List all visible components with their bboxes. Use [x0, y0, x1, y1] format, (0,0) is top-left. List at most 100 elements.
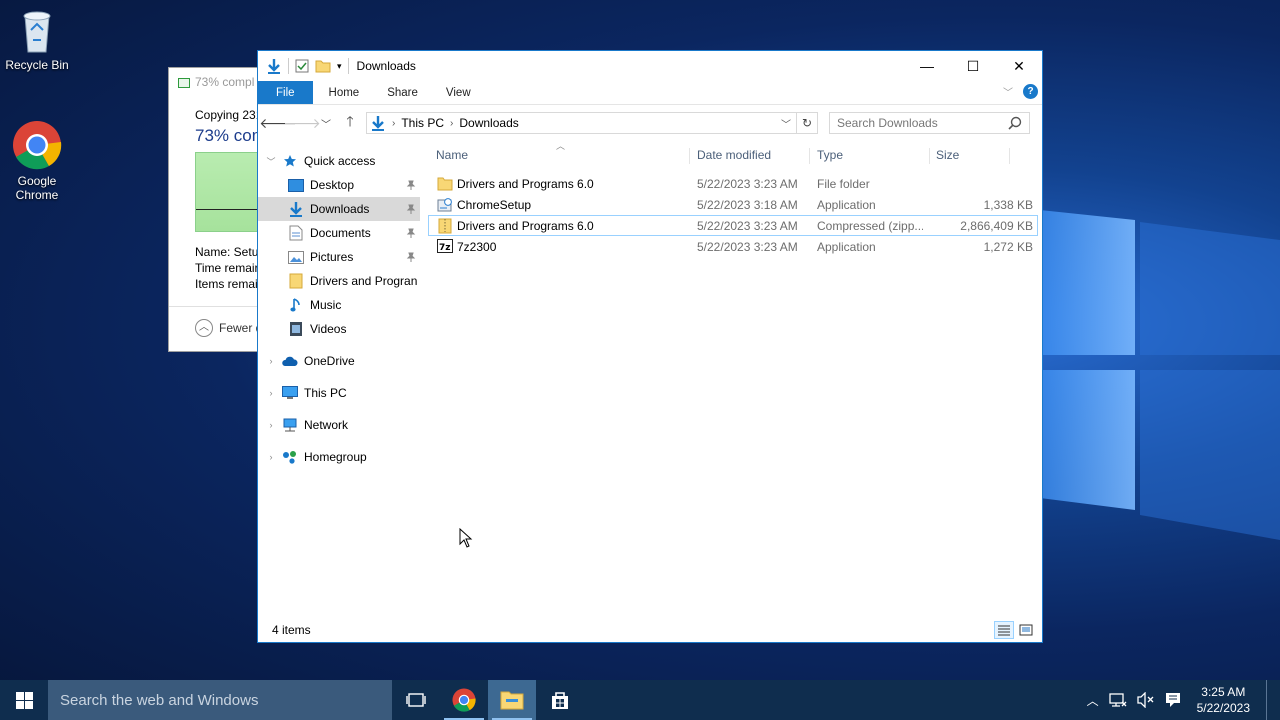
collapsed-chevron-icon[interactable]: › — [266, 388, 276, 398]
search-input[interactable]: Search Downloads — [829, 112, 1030, 134]
pin-icon[interactable] — [406, 251, 416, 265]
expanded-chevron-icon[interactable]: ﹀ — [266, 155, 276, 168]
file-explorer-window[interactable]: ▾ Downloads — ☐ ✕ File Home Share View ﹀… — [257, 50, 1043, 643]
forward-button[interactable]: 🡒 — [283, 111, 321, 135]
file-size: 1,272 KB — [983, 240, 1033, 254]
copy-dialog-items: Items remai — [195, 277, 258, 291]
tab-view[interactable]: View — [432, 81, 485, 104]
refresh-button[interactable]: ↻ — [796, 112, 818, 134]
network-status-icon[interactable] — [1108, 692, 1127, 708]
copy-progress-dialog[interactable]: 73% compl Copying 231 73% com Name: Setu… — [168, 67, 268, 352]
collapsed-chevron-icon[interactable]: › — [266, 420, 276, 430]
properties-icon[interactable] — [295, 59, 309, 73]
column-date-modified[interactable]: Date modified — [690, 148, 810, 164]
title-bar[interactable]: ▾ Downloads — ☐ ✕ — [258, 51, 1042, 81]
divider — [347, 58, 349, 74]
nav-onedrive[interactable]: › OneDrive — [258, 349, 420, 373]
file-list-pane: ︿ Name Date modified Type Size Drivers a… — [428, 141, 1038, 611]
nav-this-pc[interactable]: › This PC — [258, 381, 420, 405]
clock[interactable]: 3:25 AM 5/22/2023 — [1197, 684, 1250, 716]
pin-icon[interactable] — [406, 203, 416, 217]
pin-icon[interactable] — [406, 179, 416, 193]
nav-item-pictures[interactable]: Pictures — [258, 245, 420, 269]
chrome-icon — [452, 688, 476, 712]
window-title: Downloads — [356, 59, 416, 73]
nav-item-music[interactable]: Music — [258, 293, 420, 317]
details-view-icon — [998, 625, 1010, 636]
breadcrumb-downloads[interactable]: Downloads — [459, 116, 518, 130]
address-bar[interactable]: › This PC › Downloads ﹀ — [366, 112, 818, 134]
new-folder-icon[interactable] — [315, 59, 331, 73]
expand-ribbon-icon[interactable]: ﹀ — [1003, 84, 1013, 99]
close-button[interactable]: ✕ — [996, 51, 1042, 81]
minimize-button[interactable]: — — [904, 51, 950, 81]
quick-access-toolbar: ▾ — [258, 58, 349, 74]
address-dropdown-icon[interactable]: ﹀ — [781, 116, 791, 131]
music-icon — [288, 297, 304, 313]
nav-item-downloads[interactable]: Downloads — [258, 197, 420, 221]
tab-file[interactable]: File — [258, 81, 313, 104]
action-center-icon[interactable] — [1165, 692, 1181, 708]
file-row[interactable]: Drivers and Programs 6.0 5/22/2023 3:23 … — [428, 215, 1038, 236]
show-desktop-button[interactable] — [1266, 680, 1270, 720]
column-type[interactable]: Type — [810, 148, 930, 164]
copy-dialog-copying: Copying 231 — [195, 108, 263, 122]
this-pc-icon — [282, 385, 298, 401]
collapsed-chevron-icon[interactable]: › — [266, 452, 276, 462]
downloads-icon — [288, 201, 304, 217]
task-view-icon — [406, 693, 426, 707]
taskbar-search-box[interactable]: Search the web and Windows — [48, 680, 392, 720]
nav-quick-access[interactable]: ﹀ Quick access — [258, 149, 420, 173]
file-date: 5/22/2023 3:23 AM — [697, 177, 798, 191]
copy-dialog-title: 73% compl — [169, 68, 267, 98]
show-hidden-icons-icon[interactable]: ︿ — [1087, 692, 1099, 709]
setup-app-icon — [437, 198, 452, 212]
nav-item-videos[interactable]: Videos — [258, 317, 420, 341]
status-bar: 4 items — [258, 618, 1042, 642]
desktop-icon-recycle-bin[interactable]: Recycle Bin — [0, 8, 74, 72]
volume-muted-icon[interactable] — [1136, 692, 1155, 708]
nav-item-drivers-folder[interactable]: Drivers and Progran — [258, 269, 420, 293]
column-size[interactable]: Size — [930, 148, 1010, 164]
nav-item-desktop[interactable]: Desktop — [258, 173, 420, 197]
file-date: 5/22/2023 3:23 AM — [697, 219, 798, 233]
help-icon[interactable]: ? — [1023, 84, 1038, 99]
breadcrumb-this-pc[interactable]: This PC — [401, 116, 444, 130]
column-name[interactable]: Name — [428, 148, 690, 164]
file-type: Application — [817, 240, 876, 254]
fewer-details-button[interactable]: ︿ Fewer d — [195, 319, 262, 337]
copy-dialog-name: Name: Setu — [195, 245, 259, 259]
desktop-icon-google-chrome[interactable]: Google Chrome — [0, 120, 74, 202]
collapsed-chevron-icon[interactable]: › — [266, 356, 276, 366]
large-icons-view-button[interactable] — [1016, 621, 1036, 639]
up-button[interactable]: 🡑 — [338, 111, 362, 135]
pin-icon[interactable] — [406, 227, 416, 241]
taskbar-file-explorer[interactable] — [488, 680, 536, 720]
item-count: 4 items — [272, 623, 311, 637]
divider — [288, 58, 289, 74]
file-row[interactable]: Drivers and Programs 6.0 5/22/2023 3:23 … — [428, 173, 1038, 194]
ribbon-tabs: File Home Share View ﹀ ? — [258, 81, 1042, 105]
nav-homegroup[interactable]: › Homegroup — [258, 445, 420, 469]
zip-folder-icon — [438, 218, 452, 234]
tab-home[interactable]: Home — [315, 81, 374, 104]
details-view-button[interactable] — [994, 621, 1014, 639]
copy-icon — [178, 78, 190, 88]
taskbar-chrome[interactable] — [440, 680, 488, 720]
downloads-location-icon — [372, 116, 384, 131]
windows-logo-wallpaper — [1040, 210, 1280, 540]
file-row[interactable]: 7z 7z2300 5/22/2023 3:23 AM Application … — [428, 236, 1038, 257]
taskbar-search-placeholder: Search the web and Windows — [60, 691, 259, 709]
file-date: 5/22/2023 3:23 AM — [697, 240, 798, 254]
nav-item-documents[interactable]: Documents — [258, 221, 420, 245]
taskbar-store[interactable] — [536, 680, 584, 720]
tab-share[interactable]: Share — [373, 81, 432, 104]
file-name: Drivers and Programs 6.0 — [457, 177, 594, 191]
qat-dropdown-icon[interactable]: ▾ — [337, 61, 342, 72]
recent-locations-button[interactable]: ﹀ — [314, 111, 338, 135]
maximize-button[interactable]: ☐ — [950, 51, 996, 81]
task-view-button[interactable] — [392, 680, 440, 720]
file-row[interactable]: ChromeSetup 5/22/2023 3:18 AM Applicatio… — [428, 194, 1038, 215]
nav-network[interactable]: › Network — [258, 413, 420, 437]
start-button[interactable] — [0, 680, 48, 720]
